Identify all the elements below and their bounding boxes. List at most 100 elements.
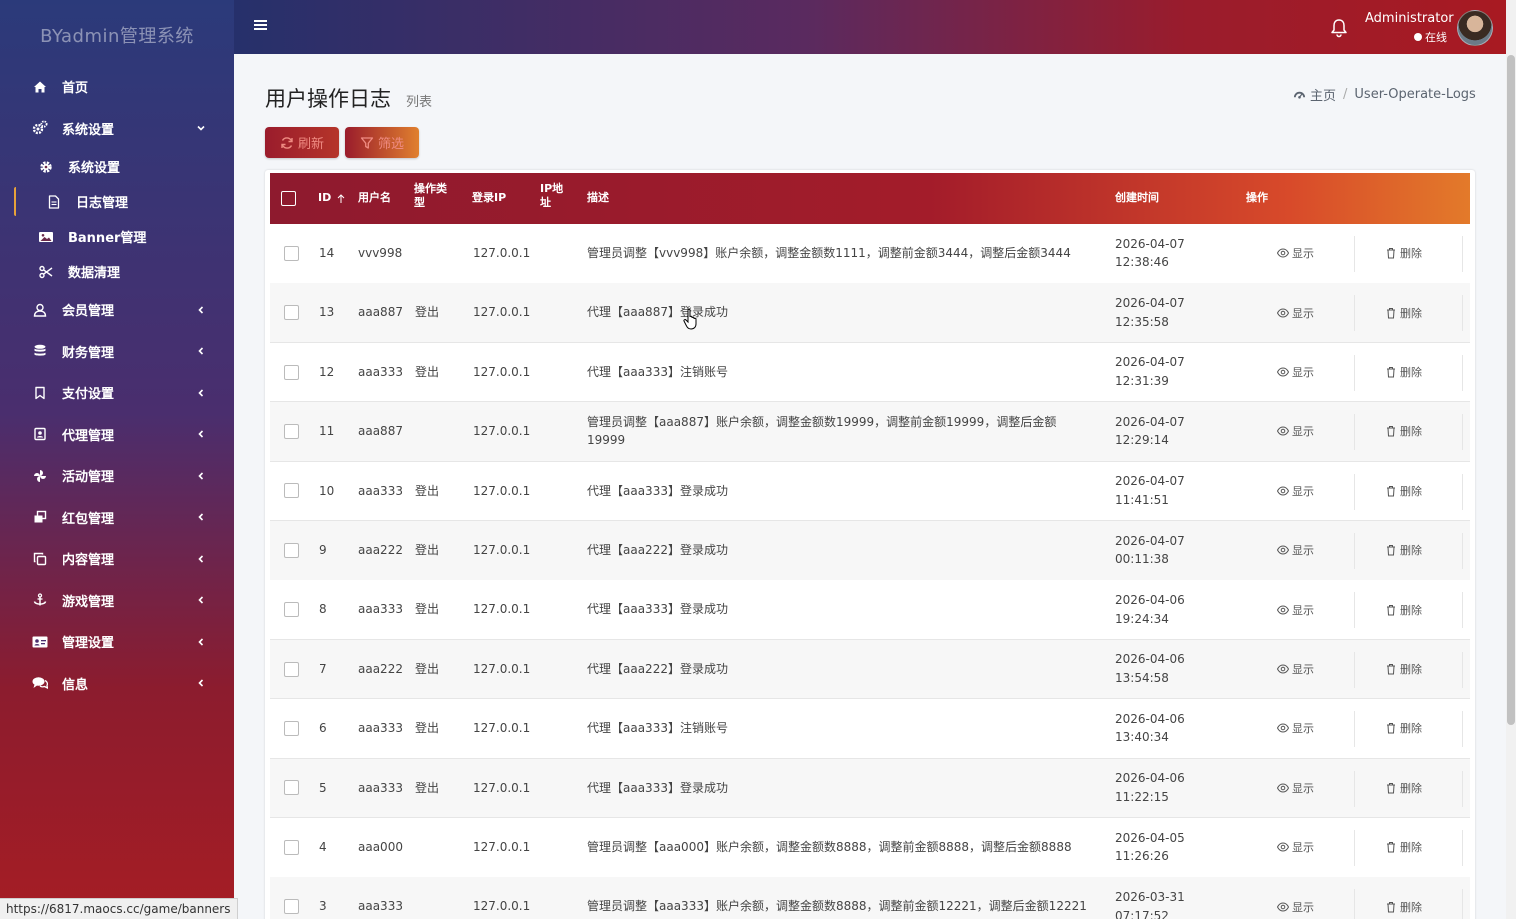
row-checkbox[interactable]: [284, 364, 299, 380]
table-row[interactable]: 12 aaa333 登出 127.0.0.1 代理【aaa333】注销账号 2026-04…: [270, 342, 1470, 403]
avatar[interactable]: [1457, 10, 1493, 46]
sidebar-subitem-1[interactable]: 系统设置: [0, 149, 234, 184]
row-checkbox-cell: [284, 580, 299, 639]
show-button[interactable]: 显示: [1277, 224, 1314, 283]
row-checkbox[interactable]: [284, 423, 299, 439]
row-checkbox[interactable]: [284, 899, 299, 915]
table-row[interactable]: 3 aaa333 127.0.0.1 管理员调整【aaa333】账户余额，调整金额数8…: [270, 877, 1470, 919]
row-checkbox[interactable]: [284, 602, 299, 618]
brand-logo[interactable]: BYadmin管理系统: [0, 0, 234, 70]
show-button[interactable]: 显示: [1277, 283, 1314, 342]
sidebar-subitem-3[interactable]: Banner管理: [0, 219, 234, 254]
show-button[interactable]: 显示: [1277, 818, 1314, 877]
show-button[interactable]: 显示: [1277, 521, 1314, 580]
delete-button[interactable]: 删除: [1385, 462, 1422, 521]
row-checkbox[interactable]: [284, 780, 299, 796]
sidebar-item-2[interactable]: 系统设置: [0, 108, 234, 150]
show-button[interactable]: 显示: [1277, 462, 1314, 521]
sidebar: BYadmin管理系统 首页 系统设置 系统设置 日志管理 Banner管理 数据清理 会员…: [0, 0, 234, 919]
sidebar-item-6[interactable]: 代理管理: [0, 414, 234, 456]
delete-button[interactable]: 删除: [1385, 877, 1422, 919]
table-row[interactable]: 13 aaa887 登出 127.0.0.1 代理【aaa887】登录成功 2026-04…: [270, 283, 1470, 343]
delete-button[interactable]: 删除: [1385, 818, 1422, 877]
row-checkbox-cell: [284, 699, 299, 758]
created-date: 2026-04-07: [1115, 296, 1185, 311]
table-row[interactable]: 5 aaa333 登出 127.0.0.1 代理【aaa333】登录成功 2026-04-…: [270, 758, 1470, 819]
show-button[interactable]: 显示: [1277, 759, 1314, 818]
delete-button[interactable]: 删除: [1385, 580, 1422, 639]
refresh-button[interactable]: 刷新: [265, 127, 339, 158]
cell-created-at: 2026-04-07 00:11:38: [1115, 521, 1185, 580]
show-button[interactable]: 显示: [1277, 402, 1314, 461]
row-checkbox[interactable]: [284, 483, 299, 499]
table-row[interactable]: 10 aaa333 登出 127.0.0.1 代理【aaa333】登录成功 2026-04…: [270, 461, 1470, 522]
delete-button[interactable]: 删除: [1385, 224, 1422, 283]
created-time: 13:54:58: [1115, 671, 1169, 686]
cell-description: 代理【aaa222】登录成功: [587, 661, 728, 676]
cell-username: aaa333: [358, 899, 403, 914]
created-time: 13:40:34: [1115, 730, 1169, 745]
table-row[interactable]: 7 aaa222 登出 127.0.0.1 代理【aaa222】登录成功 2026-04-…: [270, 639, 1470, 700]
sidebar-item-4[interactable]: 财务管理: [0, 331, 234, 373]
action-divider: [1462, 533, 1463, 569]
sidebar-item-11[interactable]: 管理设置: [0, 621, 234, 663]
eye-icon: [1277, 782, 1289, 794]
user-name[interactable]: Administrator: [1365, 11, 1454, 26]
created-time: 12:35:58: [1115, 314, 1169, 329]
row-checkbox-cell: [284, 640, 299, 699]
table-row[interactable]: 8 aaa333 登出 127.0.0.1 代理【aaa333】登录成功 2026-04-…: [270, 580, 1470, 640]
show-button[interactable]: 显示: [1277, 877, 1314, 919]
sidebar-item-12[interactable]: 信息: [0, 663, 234, 705]
show-button[interactable]: 显示: [1277, 343, 1314, 402]
th-id[interactable]: ID: [318, 173, 345, 224]
row-checkbox[interactable]: [284, 245, 299, 261]
table-row[interactable]: 4 aaa000 127.0.0.1 管理员调整【aaa000】账户余额，调整金额数8…: [270, 818, 1470, 878]
sidebar-item-9[interactable]: 内容管理: [0, 538, 234, 580]
delete-button[interactable]: 删除: [1385, 521, 1422, 580]
table-row[interactable]: 14 vvv998 127.0.0.1 管理员调整【vvv998】账户余额，调整金额数…: [270, 224, 1470, 284]
row-checkbox[interactable]: [284, 661, 299, 677]
table-row[interactable]: 6 aaa333 登出 127.0.0.1 代理【aaa333】注销账号 2026-04-…: [270, 699, 1470, 759]
sidebar-item-label: 管理设置: [62, 636, 115, 652]
table-row[interactable]: 11 aaa887 127.0.0.1 管理员调整【aaa887】账户余额，调整金额数…: [270, 402, 1470, 462]
created-time: 12:31:39: [1115, 374, 1169, 389]
cell-description: 代理【aaa333】注销账号: [587, 364, 728, 379]
eye-icon: [1277, 663, 1289, 675]
show-button[interactable]: 显示: [1277, 699, 1314, 758]
sidebar-subitem-4[interactable]: 数据清理: [0, 254, 234, 289]
cell-id: 9: [319, 542, 327, 557]
row-checkbox[interactable]: [284, 720, 299, 736]
cell-op-type: 登出: [415, 661, 440, 676]
delete-label: 删除: [1400, 544, 1422, 558]
delete-button[interactable]: 删除: [1385, 699, 1422, 758]
breadcrumb-home[interactable]: 主页: [1293, 85, 1336, 104]
filter-button[interactable]: 筛选: [345, 127, 419, 158]
hamburger-menu-icon[interactable]: [254, 18, 268, 32]
show-button[interactable]: 显示: [1277, 640, 1314, 699]
sidebar-item-5[interactable]: 支付设置: [0, 372, 234, 414]
show-button[interactable]: 显示: [1277, 580, 1314, 639]
sidebar-item-10[interactable]: 游戏管理: [0, 580, 234, 622]
scrollbar-thumb[interactable]: [1507, 55, 1515, 725]
row-checkbox[interactable]: [284, 305, 299, 321]
delete-button[interactable]: 删除: [1385, 283, 1422, 342]
sidebar-item-8[interactable]: 红包管理: [0, 497, 234, 539]
sidebar-subitem-2[interactable]: 日志管理: [0, 184, 234, 219]
sidebar-item-3[interactable]: 会员管理: [0, 289, 234, 331]
sidebar-subitem-label: 日志管理: [76, 196, 129, 211]
page-scrollbar[interactable]: [1506, 0, 1516, 919]
row-checkbox[interactable]: [284, 839, 299, 855]
select-all-checkbox[interactable]: [281, 191, 296, 206]
sidebar-item-7[interactable]: 活动管理: [0, 455, 234, 497]
delete-button[interactable]: 删除: [1385, 343, 1422, 402]
sidebar-item-1[interactable]: 首页: [0, 66, 234, 108]
notification-bell-icon[interactable]: [1329, 18, 1349, 38]
cell-description: 代理【aaa222】登录成功: [587, 542, 728, 557]
delete-button[interactable]: 删除: [1385, 640, 1422, 699]
row-checkbox[interactable]: [284, 542, 299, 558]
delete-button[interactable]: 删除: [1385, 759, 1422, 818]
cell-created-at: 2026-04-06 19:24:34: [1115, 580, 1185, 639]
table-row[interactable]: 9 aaa222 登出 127.0.0.1 代理【aaa222】登录成功 2026-04-…: [270, 521, 1470, 581]
cell-description: 代理【aaa887】登录成功: [587, 305, 728, 320]
delete-button[interactable]: 删除: [1385, 402, 1422, 461]
